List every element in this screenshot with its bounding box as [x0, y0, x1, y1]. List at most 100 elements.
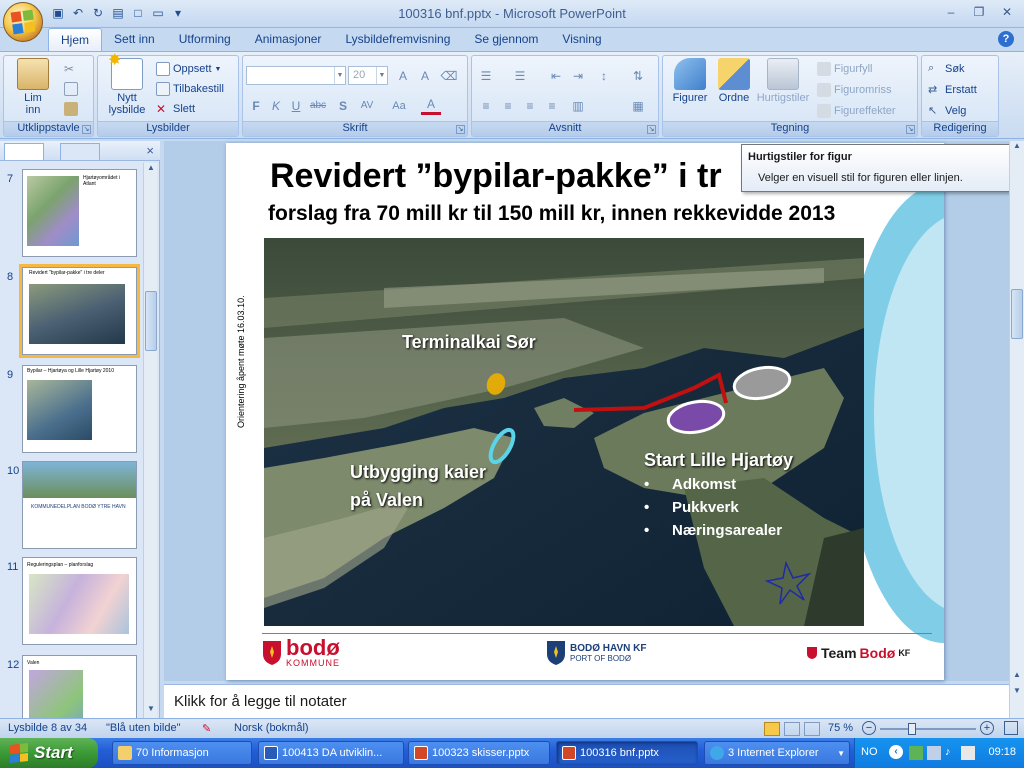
format-painter-button[interactable]: [64, 100, 78, 118]
line-spacing-icon[interactable]: ↕: [594, 66, 614, 85]
delete-slide-button[interactable]: ✕ Slett: [156, 100, 195, 118]
next-slide-icon[interactable]: ▼: [1011, 686, 1023, 700]
reset-button[interactable]: Tilbakestill: [156, 80, 224, 98]
shape-effects-button[interactable]: Figureffekter: [817, 102, 896, 120]
task-item[interactable]: 100323 skisser.pptx: [408, 741, 550, 765]
replace-button[interactable]: ⇄ Erstatt: [928, 81, 977, 99]
slide-scrollbar[interactable]: ▲ ▲ ▼: [1009, 141, 1024, 718]
label-valen-line1[interactable]: Utbygging kaier: [350, 462, 486, 483]
slide-title[interactable]: Revidert ”bypilar-pakke” i tr: [270, 157, 722, 196]
close-icon[interactable]: ×: [146, 143, 154, 158]
thumbnail-slide-11[interactable]: Reguleringsplan – planforslag: [22, 557, 137, 645]
clipboard-launcher-icon[interactable]: ↘: [82, 125, 91, 134]
bold-button[interactable]: F: [246, 96, 266, 115]
layout-button[interactable]: Oppsett ▼: [156, 60, 221, 78]
align-center-icon[interactable]: ≡: [498, 96, 518, 115]
paragraph-launcher-icon[interactable]: ↘: [647, 125, 656, 134]
task-item-active[interactable]: 100316 bnf.pptx: [556, 741, 698, 765]
start-button[interactable]: Start: [0, 738, 98, 768]
tab-slideshow[interactable]: Lysbildefremvisning: [333, 28, 462, 52]
font-name-combo[interactable]: ▼: [246, 66, 346, 85]
label-terminalkai[interactable]: Terminalkai Sør: [402, 332, 536, 353]
tab-home[interactable]: Hjem: [48, 28, 103, 52]
close-icon[interactable]: ✕: [994, 3, 1020, 21]
tab-review[interactable]: Se gjennom: [462, 28, 550, 52]
zoom-slider[interactable]: [880, 728, 976, 730]
arrange-button[interactable]: Ordne: [709, 58, 759, 104]
current-slide[interactable]: Revidert ”bypilar-pakke” i tr forslag fr…: [226, 143, 944, 680]
change-case-button[interactable]: Aa: [389, 96, 409, 115]
tab-insert[interactable]: Sett inn: [102, 28, 167, 52]
text-direction-icon[interactable]: ⇅: [628, 66, 648, 85]
strikethrough-button[interactable]: abc: [308, 96, 328, 115]
language-indicator[interactable]: NO: [861, 746, 878, 758]
tray-app-icon[interactable]: [909, 746, 923, 760]
aerial-photo[interactable]: Terminalkai Sør Utbygging kaier på Valen…: [264, 238, 864, 626]
columns-icon[interactable]: ▥: [568, 96, 588, 115]
thumbnail-slide-12[interactable]: Valen: [22, 655, 137, 718]
shape-fill-button[interactable]: Figurfyll: [817, 60, 873, 78]
increase-indent-icon[interactable]: ⇥: [568, 66, 588, 85]
shapes-button[interactable]: Figurer: [665, 58, 715, 104]
normal-view-icon[interactable]: [764, 722, 780, 736]
quick-styles-button[interactable]: Hurtigstiler: [755, 58, 811, 104]
slides-tab[interactable]: [4, 143, 44, 160]
task-item[interactable]: 3 Internet Explorer ▼: [704, 741, 850, 765]
thumbnail-scrollbar[interactable]: ▲ ▼: [143, 163, 157, 718]
smartart-icon[interactable]: ▦: [628, 96, 648, 115]
notes-pane[interactable]: Klikk for å legge til notater: [164, 684, 1009, 718]
paste-button[interactable]: Lim inn: [8, 58, 58, 116]
new-slide-button[interactable]: ✸ Nytt lysbilde: [102, 53, 152, 117]
zoom-in-icon[interactable]: +: [980, 721, 994, 735]
scroll-up-icon[interactable]: ▲: [145, 163, 157, 177]
scroll-down-icon[interactable]: ▼: [145, 704, 157, 718]
fit-to-window-icon[interactable]: [1004, 721, 1018, 735]
restore-icon[interactable]: ❐: [966, 3, 992, 21]
thumbnail-slide-8[interactable]: Revidert "bypilar-pakke" i tre deler: [19, 264, 140, 358]
slideshow-icon[interactable]: [804, 722, 820, 736]
thumbnail-slide-7[interactable]: Hjartøyområdet i Atlant: [22, 169, 137, 257]
shape-outline-button[interactable]: Figuromriss: [817, 81, 891, 99]
drawing-launcher-icon[interactable]: ↘: [906, 125, 915, 134]
find-button[interactable]: ⌕ Søk: [928, 60, 965, 78]
bullet-list[interactable]: • Adkomst • Pukkverk • Næringsarealer: [644, 476, 782, 545]
grow-font-button[interactable]: A: [393, 66, 413, 85]
font-color-button[interactable]: A: [421, 96, 441, 115]
thumbnail-slide-9[interactable]: Bypilar – Hjartøya og Lille Hjartøy 2010: [22, 365, 137, 453]
scroll-thumb[interactable]: [145, 291, 157, 351]
thumbnail-slide-10[interactable]: KOMMUNEDELPLAN BODØ YTRE HAVN: [22, 461, 137, 549]
language[interactable]: Norsk (bokmål): [234, 722, 309, 734]
zoom-slider-handle[interactable]: [908, 723, 916, 735]
font-launcher-icon[interactable]: ↘: [456, 125, 465, 134]
zoom-level[interactable]: 75 %: [828, 722, 853, 734]
label-valen-line2[interactable]: på Valen: [350, 490, 423, 511]
align-left-icon[interactable]: ≡: [476, 96, 496, 115]
office-button[interactable]: [3, 2, 43, 42]
shadow-button[interactable]: S: [333, 96, 353, 115]
underline-button[interactable]: U: [286, 96, 306, 115]
select-button[interactable]: ↖ Velg: [928, 102, 966, 120]
italic-button[interactable]: K: [266, 96, 286, 115]
tab-view[interactable]: Visning: [550, 28, 613, 52]
printer-icon[interactable]: [961, 746, 975, 760]
copy-button[interactable]: [64, 80, 78, 98]
justify-icon[interactable]: ≡: [542, 96, 562, 115]
bullets-icon[interactable]: ☰: [476, 66, 496, 85]
minimize-icon[interactable]: –: [938, 3, 964, 21]
font-size-combo[interactable]: 20 ▼: [348, 66, 388, 85]
label-start-lille-hjartoy[interactable]: Start Lille Hjartøy: [644, 450, 793, 471]
zoom-out-icon[interactable]: −: [862, 721, 876, 735]
cut-button[interactable]: ✂: [64, 60, 78, 78]
tray-expand-icon[interactable]: ‹: [889, 745, 903, 759]
spellcheck-icon[interactable]: ✎: [202, 722, 211, 735]
clear-format-icon[interactable]: ⌫: [439, 66, 459, 85]
prev-slide-icon[interactable]: ▲: [1011, 670, 1023, 684]
scroll-up-icon[interactable]: ▲: [1011, 141, 1023, 155]
tab-design[interactable]: Utforming: [167, 28, 243, 52]
align-right-icon[interactable]: ≡: [520, 96, 540, 115]
spacing-button[interactable]: AV: [357, 96, 377, 115]
numbering-icon[interactable]: ☰: [510, 66, 530, 85]
outline-tab[interactable]: [60, 143, 100, 160]
network-icon[interactable]: [927, 746, 941, 760]
slide-subtitle[interactable]: forslag fra 70 mill kr til 150 mill kr, …: [268, 202, 835, 226]
